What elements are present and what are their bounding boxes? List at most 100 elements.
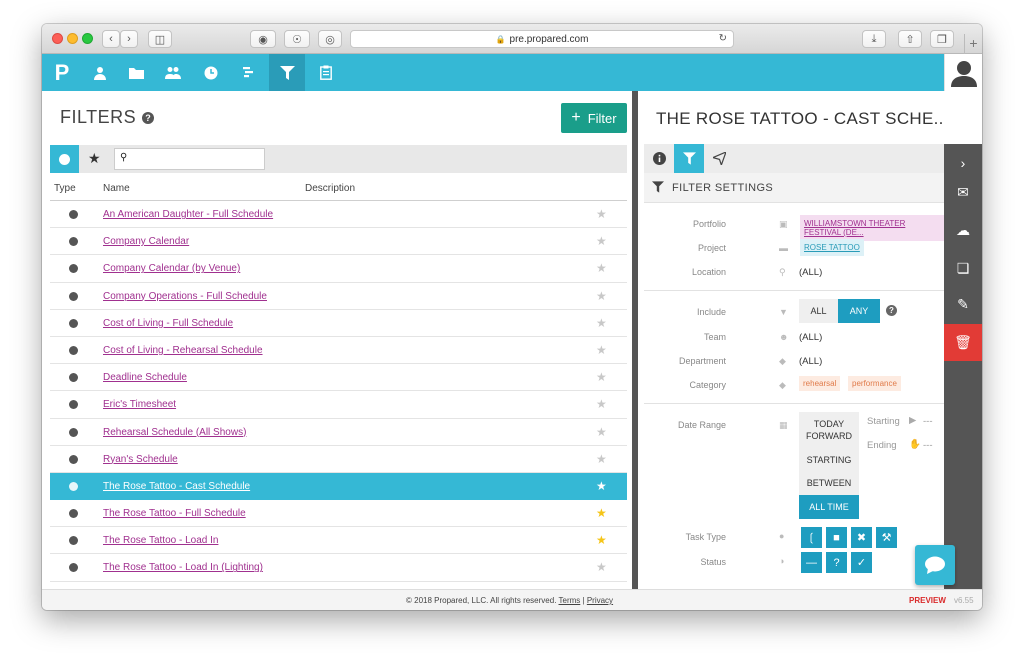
star-icon[interactable]: ★ (596, 425, 607, 439)
star-icon[interactable]: ★ (596, 207, 607, 221)
column-type[interactable]: Type (54, 183, 76, 194)
filter-link[interactable]: Cost of Living - Rehearsal Schedule (103, 345, 263, 356)
filter-link[interactable]: Company Calendar (by Venue) (103, 263, 240, 274)
star-icon[interactable]: ★ (596, 370, 607, 384)
status-unknown-toggle[interactable]: ? (826, 552, 847, 573)
forward-button[interactable]: › (120, 30, 138, 48)
zoom-window-button[interactable] (82, 33, 93, 44)
status-done-toggle[interactable]: ✓ (851, 552, 872, 573)
star-icon[interactable]: ★ (596, 479, 607, 493)
project-chip[interactable]: ROSE TATTOO (800, 239, 864, 256)
email-button[interactable]: ✉ (944, 174, 982, 211)
add-filter-button[interactable]: + Filter (561, 103, 627, 133)
minimize-window-button[interactable] (67, 33, 78, 44)
include-any-button[interactable]: ANY (838, 299, 880, 323)
location-value[interactable]: (ALL) (799, 267, 822, 278)
filter-link[interactable]: The Rose Tattoo - Full Schedule (103, 508, 246, 519)
nav-projects[interactable] (118, 54, 154, 91)
status-none-toggle[interactable]: — (801, 552, 822, 573)
copy-button[interactable]: ❏ (944, 250, 982, 287)
star-icon[interactable]: ★ (596, 452, 607, 466)
recent-filter-toggle[interactable] (50, 145, 79, 173)
extension-button-1[interactable]: ◉ (250, 30, 276, 48)
download-button[interactable]: ☁ (944, 212, 982, 249)
nav-schedule[interactable] (231, 54, 267, 91)
user-menu[interactable] (944, 54, 982, 91)
filter-link[interactable]: An American Daughter - Full Schedule (103, 209, 273, 220)
filter-link[interactable]: Company Calendar (103, 236, 189, 247)
star-icon[interactable]: ★ (596, 261, 607, 275)
date-today-forward-button[interactable]: TODAY FORWARD (799, 412, 859, 448)
nav-filters[interactable] (269, 54, 305, 91)
tab-info[interactable] (644, 144, 674, 173)
privacy-link[interactable]: Privacy (587, 596, 613, 605)
table-row[interactable]: Eric's Timesheet ★ (50, 391, 627, 419)
sidebar-toggle-button[interactable]: ◫ (148, 30, 172, 48)
date-all-time-button[interactable]: ALL TIME (799, 495, 859, 519)
table-row[interactable]: Company Calendar ★ (50, 228, 627, 256)
filter-link[interactable]: Cost of Living - Full Schedule (103, 318, 233, 329)
nav-history[interactable] (193, 54, 229, 91)
category-tag[interactable]: performance (848, 376, 901, 391)
extension-button-2[interactable]: ☉ (284, 30, 310, 48)
star-icon[interactable]: ★ (596, 506, 607, 520)
tabs-button[interactable]: ❐ (930, 30, 954, 48)
starred-filter-toggle[interactable]: ★ (88, 150, 101, 167)
table-row[interactable]: The Rose Tattoo - Load In ★ (50, 527, 627, 555)
filter-link[interactable]: Company Operations - Full Schedule (103, 291, 267, 302)
terms-link[interactable]: Terms (559, 596, 581, 605)
filter-link[interactable]: Eric's Timesheet (103, 399, 176, 410)
help-icon[interactable]: ? (886, 305, 897, 316)
filter-link[interactable]: The Rose Tattoo - Load In (Lighting) (103, 562, 263, 573)
task-type-tools-toggle[interactable]: ✖ (851, 527, 872, 548)
reload-icon[interactable]: ↻ (719, 33, 727, 44)
tab-filter-settings[interactable] (674, 144, 704, 173)
table-row[interactable]: Company Calendar (by Venue) ★ (50, 255, 627, 283)
table-row[interactable]: Rehearsal Schedule (All Shows) ★ (50, 419, 627, 446)
date-between-button[interactable]: BETWEEN (799, 471, 859, 495)
downloads-button[interactable]: ⤓ (862, 30, 886, 48)
table-row[interactable]: Ryan's Schedule ★ (50, 446, 627, 473)
table-row[interactable]: Cost of Living - Full Schedule ★ (50, 310, 627, 337)
tab-share[interactable] (704, 144, 734, 173)
table-row[interactable]: The Rose Tattoo - Full Schedule ★ (50, 500, 627, 528)
chat-support-button[interactable] (915, 545, 955, 585)
nav-reports[interactable] (308, 54, 344, 91)
help-icon[interactable]: ? (142, 112, 155, 125)
star-icon[interactable]: ★ (596, 234, 607, 248)
column-description[interactable]: Description (305, 183, 355, 194)
team-value[interactable]: (ALL) (799, 332, 822, 343)
star-icon[interactable]: ★ (596, 316, 607, 330)
department-value[interactable]: (ALL) (799, 356, 822, 367)
table-row[interactable]: An American Daughter - Full Schedule ★ (50, 201, 627, 229)
nav-people[interactable] (82, 54, 118, 91)
filter-link[interactable]: Rehearsal Schedule (All Shows) (103, 427, 246, 438)
back-button[interactable]: ‹ (102, 30, 120, 48)
close-window-button[interactable] (52, 33, 63, 44)
edit-button[interactable]: ✎ (944, 286, 982, 323)
nav-teams[interactable] (155, 54, 191, 91)
share-button[interactable]: ⇧ (898, 30, 922, 48)
task-type-block-toggle[interactable]: ■ (826, 527, 847, 548)
category-tag[interactable]: rehearsal (799, 376, 841, 391)
ending-value[interactable]: --- (923, 440, 933, 451)
column-name[interactable]: Name (103, 183, 130, 194)
star-icon[interactable]: ★ (596, 343, 607, 357)
delete-button[interactable]: 🗑 (944, 324, 982, 361)
starting-value[interactable]: --- (923, 416, 933, 427)
search-input[interactable] (114, 148, 265, 170)
propared-logo[interactable]: P (48, 58, 76, 88)
star-icon[interactable]: ★ (596, 397, 607, 411)
portfolio-chip[interactable]: WILLIAMSTOWN THEATER FESTIVAL (DE... (800, 215, 944, 241)
star-icon[interactable]: ★ (596, 533, 607, 547)
table-row[interactable]: The Rose Tattoo - Load In (Lighting) ★ (50, 554, 627, 582)
table-row[interactable]: Cost of Living - Rehearsal Schedule ★ (50, 337, 627, 365)
filter-link[interactable]: Deadline Schedule (103, 372, 187, 383)
task-type-wrench-toggle[interactable]: ⚒ (876, 527, 897, 548)
filter-link[interactable]: The Rose Tattoo - Cast Schedule (103, 481, 250, 492)
new-tab-button[interactable]: + (964, 34, 982, 54)
include-all-button[interactable]: ALL (799, 299, 838, 323)
table-row[interactable]: Deadline Schedule ★ (50, 364, 627, 392)
extension-button-3[interactable]: ◎ (318, 30, 342, 48)
address-bar[interactable]: 🔒 pre.propared.com ↻ (350, 30, 734, 48)
